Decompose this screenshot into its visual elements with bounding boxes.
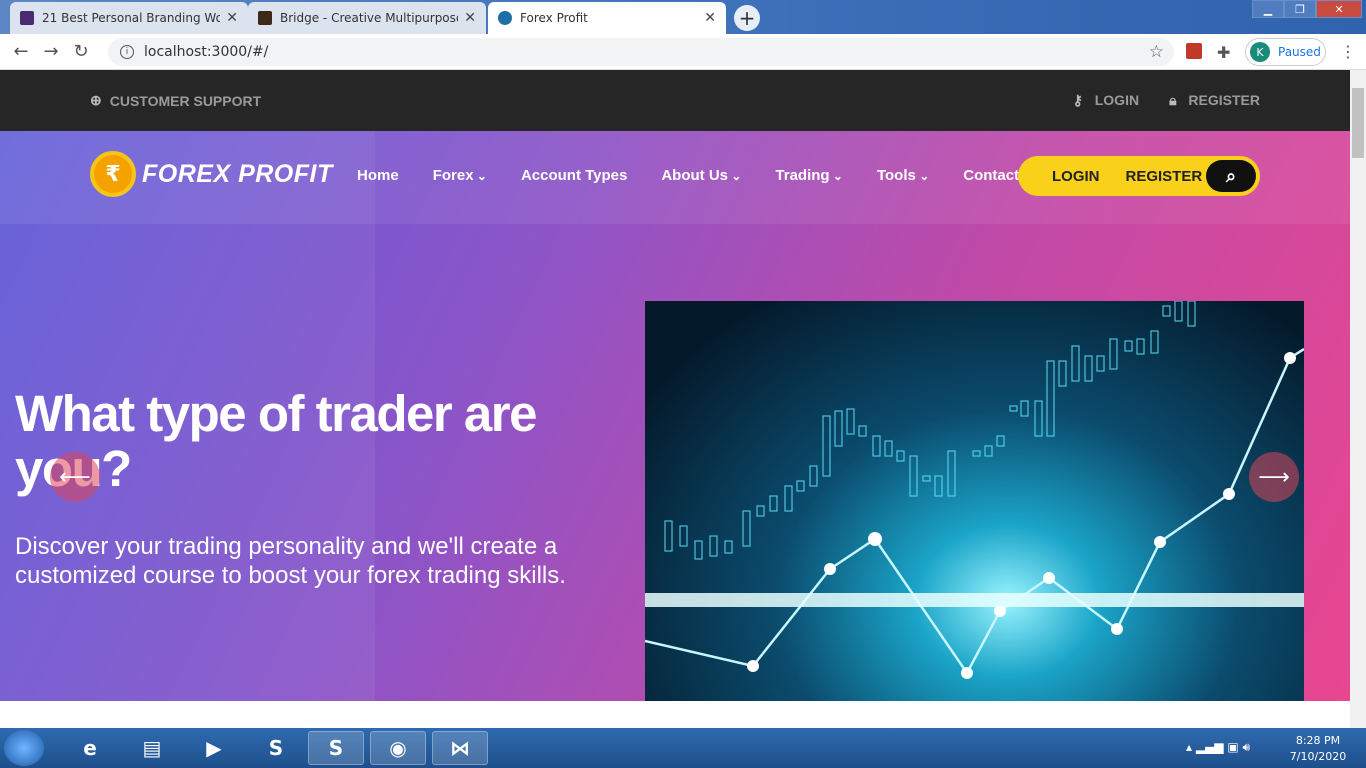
address-toolbar: ← → ↻ i localhost:3000/#/ ☆ ✚ K Paused ⋮ [0, 34, 1366, 70]
tab-title: 21 Best Personal Branding WordP [42, 11, 221, 25]
lifebuoy-icon: ⊕ [90, 92, 102, 108]
nav-link-account-types[interactable]: Account Types [521, 167, 627, 184]
hero-title: What type of trader are you? [15, 385, 537, 496]
bookmark-star-icon[interactable]: ☆ [1149, 42, 1164, 62]
key-icon: ⚷ [1072, 92, 1083, 108]
info-icon[interactable]: i [120, 45, 134, 59]
top-auth-links: ⚷ LOGIN 🔒︎ REGISTER [1073, 92, 1260, 109]
nav-link-about-us[interactable]: About Us [661, 167, 741, 184]
site-logo[interactable]: ₹ FOREX PROFIT [90, 151, 333, 197]
windows-taskbar: e ▤ ▶ S S ◉ ⋈ ▴ ▂▄▆ ▣ 🔊︎ 8:28 PM 7/10/20… [0, 728, 1366, 768]
forward-arrow-icon[interactable]: → [36, 41, 66, 62]
profile-status: Paused [1278, 45, 1321, 59]
cta-login-button[interactable]: LOGIN [1052, 168, 1100, 185]
rupee-coin-icon: ₹ [90, 151, 136, 197]
nav-link-home[interactable]: Home [357, 167, 399, 184]
extension-icon[interactable] [1186, 43, 1202, 59]
nav-links: Home Forex Account Types About Us Tradin… [357, 167, 1053, 184]
browser-tab-bar: 21 Best Personal Branding WordP ✕ Bridge… [0, 0, 1366, 34]
kebab-menu-icon[interactable]: ⋮ [1340, 42, 1356, 61]
nav-link-trading[interactable]: Trading [775, 167, 843, 184]
lock-icon: 🔒︎ [1169, 92, 1177, 108]
skype-icon[interactable]: S [308, 731, 364, 765]
chrome-icon[interactable]: ◉ [370, 731, 426, 765]
nav-link-forex[interactable]: Forex [433, 167, 487, 184]
react-icon [498, 11, 512, 25]
tab-title: Forex Profit [520, 11, 588, 25]
hero-section: ₹ FOREX PROFIT Home Forex Account Types … [0, 131, 1350, 701]
top-login-link[interactable]: ⚷ LOGIN [1073, 92, 1140, 109]
profile-button[interactable]: K Paused [1245, 38, 1326, 66]
avatar: K [1250, 42, 1270, 62]
scrollbar-thumb[interactable] [1352, 88, 1364, 158]
top-login-label: LOGIN [1094, 92, 1140, 108]
customer-support-link[interactable]: ⊕ CUSTOMER SUPPORT [90, 92, 261, 109]
puzzle-icon[interactable]: ✚ [1217, 43, 1230, 62]
back-arrow-icon[interactable]: ← [6, 41, 36, 62]
system-clock[interactable]: 8:28 PM 7/10/2020 [1286, 733, 1350, 765]
windows-start-icon[interactable] [4, 730, 44, 766]
reload-icon[interactable]: ↻ [66, 41, 96, 62]
auth-cta-group: LOGIN REGISTER ⌕ [1018, 156, 1260, 196]
clock-date: 7/10/2020 [1289, 750, 1347, 763]
top-register-label: REGISTER [1188, 92, 1260, 108]
nav-link-tools[interactable]: Tools [877, 167, 929, 184]
maximize-icon[interactable]: ❐ [1284, 0, 1316, 18]
search-icon[interactable]: ⌕ [1206, 160, 1256, 192]
site-favicon-icon [20, 11, 34, 25]
url-text: localhost:3000/#/ [144, 44, 269, 60]
page-scrollbar[interactable] [1350, 70, 1366, 728]
tab-close-icon[interactable]: ✕ [464, 10, 476, 26]
file-explorer-icon[interactable]: ▤ [124, 731, 180, 765]
system-tray[interactable]: ▴ ▂▄▆ ▣ 🔊︎ [1186, 740, 1250, 755]
sublime-text-icon[interactable]: S [248, 731, 304, 765]
logo-text: FOREX PROFIT [142, 159, 333, 188]
trading-chart-image [645, 301, 1304, 701]
top-register-link[interactable]: 🔒︎ REGISTER [1169, 92, 1260, 109]
new-tab-button[interactable]: + [734, 5, 760, 31]
tab-title: Bridge - Creative Multipurpose W [280, 11, 459, 25]
customer-support-label: CUSTOMER SUPPORT [109, 92, 262, 109]
browser-tab-2[interactable]: Bridge - Creative Multipurpose W ✕ [248, 2, 486, 34]
below-hero-area [0, 701, 1350, 728]
cta-register-button[interactable]: REGISTER [1126, 168, 1203, 185]
tab-close-icon[interactable]: ✕ [226, 10, 238, 26]
slider-next-arrow-icon[interactable]: ⟶ [1249, 452, 1299, 502]
tab-close-icon[interactable]: ✕ [704, 10, 716, 26]
minimize-icon[interactable]: ▁ [1252, 0, 1284, 18]
web-page: ⊕ CUSTOMER SUPPORT ⚷ LOGIN 🔒︎ REGISTER ₹… [0, 70, 1350, 728]
top-strip: ⊕ CUSTOMER SUPPORT ⚷ LOGIN 🔒︎ REGISTER [0, 70, 1350, 131]
vscode-icon[interactable]: ⋈ [432, 731, 488, 765]
window-controls: ▁ ❐ ✕ [1252, 0, 1362, 18]
hero-subtitle: Discover your trading personality and we… [15, 533, 566, 589]
url-input[interactable]: i localhost:3000/#/ ☆ [108, 38, 1174, 66]
browser-tab-active[interactable]: Forex Profit ✕ [488, 2, 726, 34]
nav-link-contact[interactable]: Contact [963, 167, 1019, 184]
media-player-icon[interactable]: ▶ [186, 731, 242, 765]
internet-explorer-icon[interactable]: e [62, 731, 118, 765]
candlestick-illustration [645, 301, 1304, 679]
close-window-icon[interactable]: ✕ [1316, 0, 1362, 18]
browser-tab-1[interactable]: 21 Best Personal Branding WordP ✕ [10, 2, 248, 34]
main-nav: ₹ FOREX PROFIT Home Forex Account Types … [0, 131, 1350, 224]
clock-time: 8:28 PM [1295, 734, 1341, 747]
slider-prev-arrow-icon[interactable]: ⟵ [50, 452, 100, 502]
site-favicon-icon [258, 11, 272, 25]
